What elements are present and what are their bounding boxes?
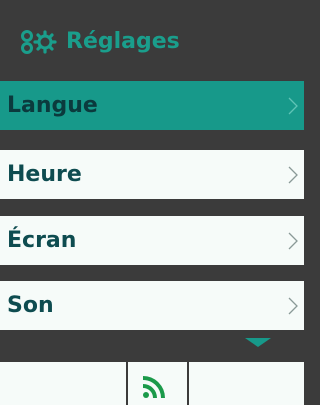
header-bar: Réglages xyxy=(0,0,304,81)
menu-item-ecran[interactable]: Écran xyxy=(0,216,304,265)
page-title: Réglages xyxy=(66,29,180,54)
menu-item-label: Heure xyxy=(7,162,82,187)
settings-screen: Réglages Langue Heure Écran Son xyxy=(0,0,304,405)
scroll-down-arrow-icon[interactable] xyxy=(245,338,271,347)
menu-item-label: Écran xyxy=(7,228,77,253)
menu-item-langue[interactable]: Langue xyxy=(0,81,304,130)
settings-gears-icon xyxy=(21,30,57,54)
menu-item-label: Son xyxy=(7,293,54,318)
chevron-right-icon xyxy=(288,232,298,250)
status-divider xyxy=(187,362,189,405)
menu-item-heure[interactable]: Heure xyxy=(0,150,304,199)
chevron-right-icon xyxy=(288,297,298,315)
status-bar xyxy=(0,362,304,405)
menu-item-son[interactable]: Son xyxy=(0,281,304,330)
chevron-right-icon xyxy=(288,97,298,115)
menu-item-label: Langue xyxy=(7,93,98,118)
wifi-icon xyxy=(143,376,165,398)
chevron-right-icon xyxy=(288,166,298,184)
status-divider xyxy=(126,362,128,405)
